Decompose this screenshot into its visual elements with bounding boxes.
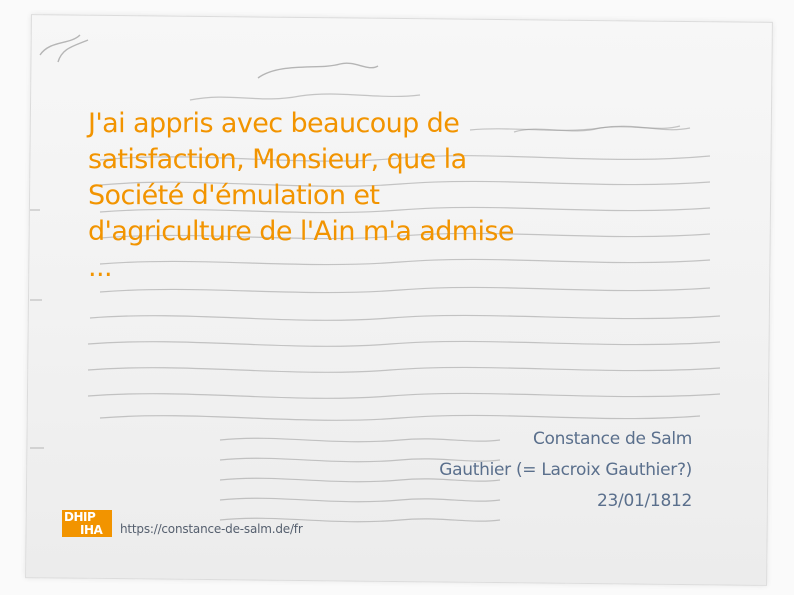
quote-line: d'agriculture de l'Ain m'a admise [88,216,514,247]
quote-line: J'ai appris avec beaucoup de [88,108,460,139]
recipient-name: Gauthier (= Lacroix Gauthier?) [439,460,692,480]
quote-ellipsis: ... [88,252,113,283]
website-link[interactable]: https://constance-de-salm.de/fr [120,522,303,536]
dhip-iha-logo[interactable]: DHIP IHA [62,510,112,537]
author-name: Constance de Salm [532,429,692,449]
logo-line-1: DHIP [64,510,96,524]
quote-text: J'ai appris avec beaucoup de satisfactio… [88,106,558,286]
quote-line: satisfaction, Monsieur, que la [88,144,467,175]
quote-line: Société d'émulation et [88,180,380,211]
letter-date: 23/01/1812 [597,491,692,511]
letter-metadata: Constance de Salm Gauthier (= Lacroix Ga… [439,424,692,517]
logo-line-2: IHA [80,523,103,537]
